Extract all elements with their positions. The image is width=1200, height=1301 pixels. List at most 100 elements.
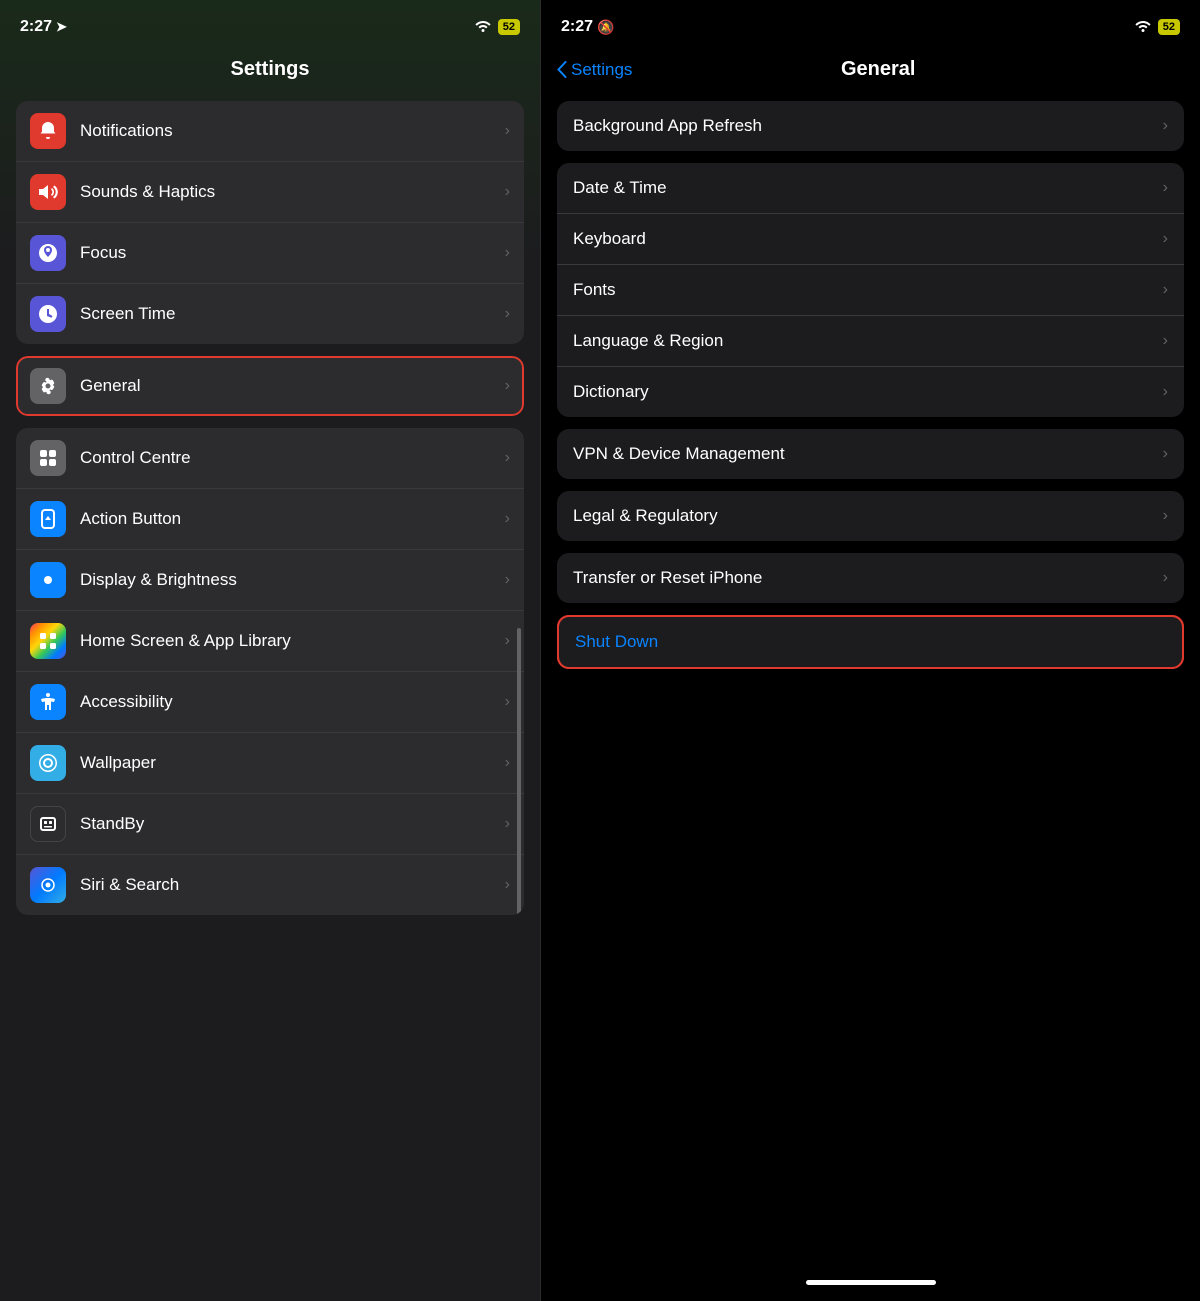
right-settings-group-2: Date & Time › Keyboard › Fonts › Languag… (557, 163, 1184, 417)
right-home-indicator-bar (541, 1270, 1200, 1301)
right-item-vpn[interactable]: VPN & Device Management › (557, 429, 1184, 479)
left-panel: 2:27 ➤ 52 Settings Notifications › (0, 0, 540, 1301)
left-status-right: 52 (474, 18, 520, 37)
right-item-transfer-reset[interactable]: Transfer or Reset iPhone › (557, 553, 1184, 603)
control-centre-chevron: › (505, 449, 510, 467)
display-icon (30, 562, 66, 598)
scroll-indicator (517, 628, 521, 915)
dictionary-label: Dictionary (573, 382, 1163, 402)
control-centre-icon (30, 440, 66, 476)
right-item-keyboard[interactable]: Keyboard › (557, 214, 1184, 265)
transfer-reset-label: Transfer or Reset iPhone (573, 568, 1163, 588)
right-wifi-icon (1134, 18, 1152, 37)
settings-group-3: Control Centre › Action Button › Display… (16, 428, 524, 915)
notifications-icon (30, 113, 66, 149)
sidebar-item-general[interactable]: General › (16, 356, 524, 416)
keyboard-label: Keyboard (573, 229, 1163, 249)
general-icon (30, 368, 66, 404)
sidebar-item-home-screen[interactable]: Home Screen & App Library › (16, 611, 524, 672)
shut-down-label: Shut Down (575, 632, 1166, 652)
sidebar-item-display[interactable]: Display & Brightness › (16, 550, 524, 611)
focus-chevron: › (505, 244, 510, 262)
wallpaper-icon (30, 745, 66, 781)
left-time: 2:27 (20, 18, 52, 36)
settings-group-1: Notifications › Sounds & Haptics › Focus… (16, 101, 524, 344)
right-settings-group-6: Shut Down (557, 615, 1184, 669)
right-status-right: 52 (1134, 18, 1180, 37)
control-centre-label: Control Centre (80, 448, 505, 468)
language-region-chevron: › (1163, 332, 1168, 350)
right-status-left: 2:27 🔕 (561, 18, 614, 36)
left-status-bar: 2:27 ➤ 52 (0, 0, 540, 50)
left-status-left: 2:27 ➤ (20, 18, 67, 36)
sidebar-item-control-centre[interactable]: Control Centre › (16, 428, 524, 489)
date-time-label: Date & Time (573, 178, 1163, 198)
right-item-language-region[interactable]: Language & Region › (557, 316, 1184, 367)
sidebar-item-standby[interactable]: StandBy › (16, 794, 524, 855)
right-status-bar: 2:27 🔕 52 (541, 0, 1200, 50)
language-region-label: Language & Region (573, 331, 1163, 351)
focus-label: Focus (80, 243, 505, 263)
siri-chevron: › (505, 876, 510, 894)
right-settings-group-1: Background App Refresh › (557, 101, 1184, 151)
sidebar-item-siri[interactable]: Siri & Search › (16, 855, 524, 915)
right-settings-group-4: Legal & Regulatory › (557, 491, 1184, 541)
focus-icon (30, 235, 66, 271)
legal-label: Legal & Regulatory (573, 506, 1163, 526)
sidebar-item-notifications[interactable]: Notifications › (16, 101, 524, 162)
fonts-label: Fonts (573, 280, 1163, 300)
siri-label: Siri & Search (80, 875, 505, 895)
legal-chevron: › (1163, 507, 1168, 525)
wallpaper-chevron: › (505, 754, 510, 772)
right-item-dictionary[interactable]: Dictionary › (557, 367, 1184, 417)
vpn-label: VPN & Device Management (573, 444, 1163, 464)
left-nav-title: Settings (0, 50, 540, 95)
right-home-indicator (806, 1280, 936, 1285)
right-item-fonts[interactable]: Fonts › (557, 265, 1184, 316)
general-label: General (80, 376, 505, 396)
screen-time-chevron: › (505, 305, 510, 323)
right-settings-group-3: VPN & Device Management › (557, 429, 1184, 479)
sidebar-item-accessibility[interactable]: Accessibility › (16, 672, 524, 733)
sounds-chevron: › (505, 183, 510, 201)
action-button-icon (30, 501, 66, 537)
bg-refresh-label: Background App Refresh (573, 116, 1163, 136)
date-time-chevron: › (1163, 179, 1168, 197)
right-item-bg-refresh[interactable]: Background App Refresh › (557, 101, 1184, 151)
display-chevron: › (505, 571, 510, 589)
screen-time-label: Screen Time (80, 304, 505, 324)
home-screen-label: Home Screen & App Library (80, 631, 505, 651)
standby-label: StandBy (80, 814, 505, 834)
action-button-chevron: › (505, 510, 510, 528)
sounds-icon (30, 174, 66, 210)
bg-refresh-chevron: › (1163, 117, 1168, 135)
keyboard-chevron: › (1163, 230, 1168, 248)
right-nav-title: General (632, 58, 1124, 81)
sidebar-item-action-button[interactable]: Action Button › (16, 489, 524, 550)
home-screen-chevron: › (505, 632, 510, 650)
accessibility-icon (30, 684, 66, 720)
left-wifi-icon (474, 18, 492, 37)
vpn-chevron: › (1163, 445, 1168, 463)
right-battery: 52 (1158, 19, 1180, 35)
back-button[interactable]: Settings (557, 60, 632, 80)
left-location-icon: ➤ (56, 19, 67, 35)
wallpaper-label: Wallpaper (80, 753, 505, 773)
home-screen-icon (30, 623, 66, 659)
dictionary-chevron: › (1163, 383, 1168, 401)
display-label: Display & Brightness (80, 570, 505, 590)
right-item-legal[interactable]: Legal & Regulatory › (557, 491, 1184, 541)
sidebar-item-sounds[interactable]: Sounds & Haptics › (16, 162, 524, 223)
right-item-date-time[interactable]: Date & Time › (557, 163, 1184, 214)
right-item-shut-down[interactable]: Shut Down (559, 617, 1182, 667)
sidebar-item-screen-time[interactable]: Screen Time › (16, 284, 524, 344)
notifications-label: Notifications (80, 121, 505, 141)
settings-group-2: General › (16, 356, 524, 416)
sidebar-item-focus[interactable]: Focus › (16, 223, 524, 284)
general-chevron: › (505, 377, 510, 395)
accessibility-chevron: › (505, 693, 510, 711)
standby-chevron: › (505, 815, 510, 833)
sidebar-item-wallpaper[interactable]: Wallpaper › (16, 733, 524, 794)
accessibility-label: Accessibility (80, 692, 505, 712)
sounds-label: Sounds & Haptics (80, 182, 505, 202)
